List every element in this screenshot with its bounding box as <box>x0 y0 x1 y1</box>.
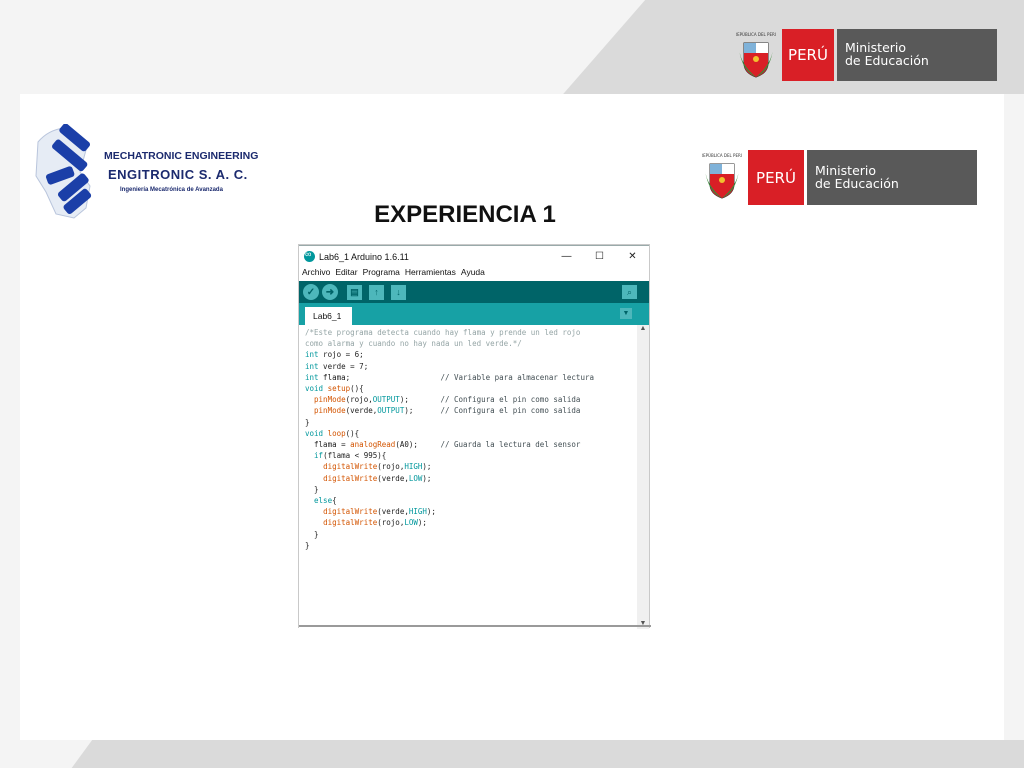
minimize-button[interactable]: — <box>550 251 583 262</box>
new-sketch-button[interactable]: ▤ <box>347 284 362 300</box>
maximize-button[interactable]: ☐ <box>583 251 616 262</box>
code-line: if(flama < 995){ <box>314 451 387 461</box>
save-sketch-button[interactable]: ↓ <box>391 284 406 300</box>
menu-herramientas[interactable]: Herramientas <box>405 267 456 280</box>
arduino-app-icon <box>304 249 315 262</box>
engitronic-line1: MECHATRONIC ENGINEERING <box>104 150 259 162</box>
ministry-label: Ministerio de Educación <box>837 29 997 81</box>
close-button[interactable]: ✕ <box>616 251 649 262</box>
code-line: } <box>305 484 319 494</box>
code-line: digitalWrite(verde,HIGH); <box>323 507 436 517</box>
menu-archivo[interactable]: Archivo <box>302 267 330 280</box>
svg-text:REPÚBLICA DEL PERÚ: REPÚBLICA DEL PERÚ <box>736 32 776 37</box>
code-line: void loop(){ <box>305 428 360 438</box>
engitronic-line3: Ingeniería Mecatrónica de Avanzada <box>120 187 223 193</box>
code-line: } <box>305 540 310 550</box>
svg-text:REPÚBLICA DEL PERÚ: REPÚBLICA DEL PERÚ <box>702 153 742 158</box>
code-line: int rojo = 6; <box>305 350 364 360</box>
scroll-up-icon[interactable]: ▲ <box>637 325 649 332</box>
vertical-scrollbar[interactable]: ▲ ▼ <box>637 325 649 629</box>
slide-bottom-band <box>71 740 1024 768</box>
menu-programa[interactable]: Programa <box>363 267 400 280</box>
upload-button[interactable]: ➜ <box>322 284 338 300</box>
minedu-inner-logo: REPÚBLICA DEL PERÚ PERÚ Ministerio de Ed… <box>700 150 977 205</box>
tab-menu-button[interactable]: ▼ <box>620 308 632 319</box>
menu-bar: Archivo Editar Programa Herramientas Ayu… <box>299 267 649 280</box>
toolbar: ✓ ➜ ▤ ↑ ↓ ⌕ <box>299 281 649 303</box>
code-editor[interactable]: /*Este programa detecta cuando hay flama… <box>299 325 649 629</box>
ministry-line2: de Educación <box>845 53 929 68</box>
arduino-ide-window: Lab6_1 Arduino 1.6.11 — ☐ ✕ Archivo Edit… <box>298 244 651 629</box>
code-line: digitalWrite(rojo,HIGH); <box>323 462 432 472</box>
code-line: } <box>305 417 310 427</box>
code-line: digitalWrite(rojo,LOW); <box>323 518 427 528</box>
code-line: pinMode(rojo,OUTPUT); // Configura el pi… <box>314 395 581 405</box>
code-line: int verde = 7; <box>305 361 369 371</box>
peru-coat-of-arms-icon: REPÚBLICA DEL PERÚ <box>700 150 744 205</box>
code-line: digitalWrite(verde,LOW); <box>323 473 432 483</box>
code-line: como alarma y cuando no hay nada un led … <box>305 339 522 349</box>
serial-monitor-button[interactable]: ⌕ <box>622 285 637 299</box>
window-titlebar: Lab6_1 Arduino 1.6.11 — ☐ ✕ <box>299 245 649 267</box>
editor-bottom-border <box>299 625 651 627</box>
code-line: else{ <box>314 496 337 506</box>
code-line: int flama; // Variable para almacenar le… <box>305 372 594 382</box>
menu-ayuda[interactable]: Ayuda <box>461 267 485 280</box>
slide-title: EXPERIENCIA 1 <box>374 201 556 228</box>
code-line: /*Este programa detecta cuando hay flama… <box>305 328 581 337</box>
code-line: flama = analogRead(A0); // Guarda la lec… <box>305 440 581 450</box>
tab-bar: Lab6_1 ▼ <box>299 303 649 325</box>
ministry-label: Ministerio de Educación <box>807 150 977 205</box>
minedu-header-logo: REPÚBLICA DEL PERÚ PERÚ Ministerio de Ed… <box>734 29 997 81</box>
peru-coat-of-arms-icon: REPÚBLICA DEL PERÚ <box>734 29 778 81</box>
code-text: /*Este programa detecta cuando hay flama… <box>305 327 594 551</box>
menu-editar[interactable]: Editar <box>335 267 357 280</box>
engitronic-line2: ENGITRONIC S. A. C. <box>108 167 248 182</box>
ministry-line2: de Educación <box>815 176 899 191</box>
open-sketch-button[interactable]: ↑ <box>369 284 384 300</box>
peru-label: PERÚ <box>748 150 804 205</box>
verify-button[interactable]: ✓ <box>303 284 319 300</box>
code-line: void setup(){ <box>305 384 364 394</box>
peru-label: PERÚ <box>782 29 834 81</box>
window-title: Lab6_1 Arduino 1.6.11 <box>319 251 409 262</box>
code-line: pinMode(verde,OUTPUT); // Configura el p… <box>314 406 581 416</box>
tab-lab6-1[interactable]: Lab6_1 <box>305 307 352 325</box>
code-line: } <box>305 529 319 539</box>
